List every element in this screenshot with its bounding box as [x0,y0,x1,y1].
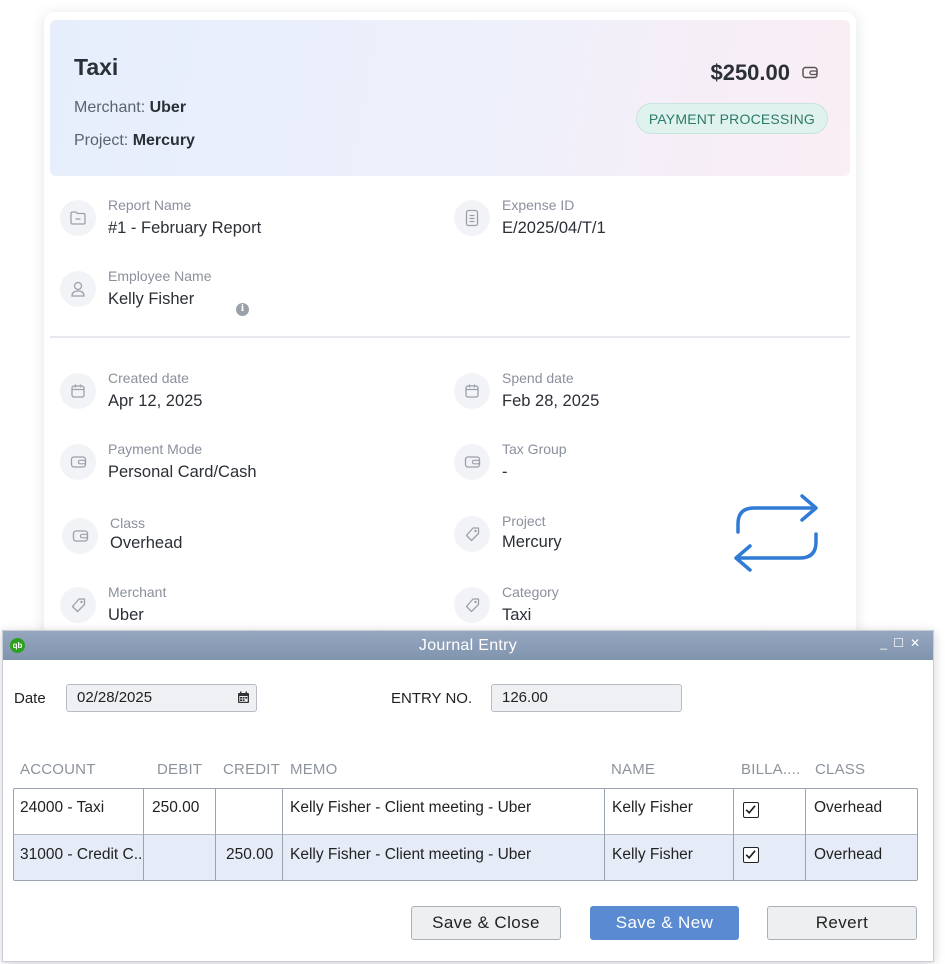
tax-group-label: Tax Group [502,441,567,457]
column-header-billable[interactable]: BILLA.... [741,761,800,778]
minimize-icon[interactable]: _ [880,636,887,650]
column-separator [604,789,605,880]
row-separator [14,834,917,835]
date-label: Date [14,690,46,707]
tag-icon [454,516,490,552]
class-label: Class [110,515,146,531]
report-name-value: #1 - February Report [108,219,262,237]
memo-cell[interactable]: Kelly Fisher - Client meeting - Uber [284,836,604,882]
class-cell[interactable]: Overhead [808,836,916,882]
header-merchant-value: Uber [149,99,187,116]
column-separator [143,789,144,880]
wallet-icon [62,518,98,554]
payment-mode-label: Payment Mode [108,441,203,457]
header-project: Project: Mercury [74,132,195,150]
expense-amount: $250.00 [710,60,790,85]
project-label: Project [502,513,546,529]
save-new-button[interactable]: Save & New [590,906,739,940]
journal-lines-table: 24000 - Taxi 250.00 Kelly Fisher - Clien… [13,788,918,881]
calendar-icon [60,373,96,409]
column-header-debit[interactable]: DEBIT [157,761,202,778]
billable-checkbox[interactable] [743,802,759,818]
expense-title: Taxi [74,54,119,80]
entry-no-value: 126.00 [502,689,548,706]
window-title: Journal Entry [418,636,518,654]
employee-name-value: Kelly Fisher [108,290,195,308]
header-project-value: Mercury [132,132,195,149]
entry-no-label: ENTRY NO. [391,690,473,707]
category-value: Taxi [502,606,532,624]
wallet-icon [60,444,96,480]
created-date-label: Created date [108,370,189,386]
section-divider [50,336,850,338]
info-icon[interactable]: i [236,303,249,316]
column-separator [215,789,216,880]
header-merchant-label: Merchant: [74,99,146,116]
window-titlebar[interactable]: qb Journal Entry _ ☐ ✕ [3,631,933,660]
account-cell[interactable]: 31000 - Credit C.. [14,836,144,882]
debit-cell[interactable]: 250.00 [146,789,216,835]
quickbooks-logo-icon: qb [10,638,25,653]
save-close-button[interactable]: Save & Close [411,906,561,940]
revert-button[interactable]: Revert [767,906,917,940]
class-cell[interactable]: Overhead [808,789,916,835]
tag-icon [454,587,490,623]
column-separator [282,789,283,880]
entry-no-field[interactable]: 126.00 [491,684,682,712]
category-label: Category [502,584,559,600]
header-project-label: Project: [74,132,129,149]
name-cell[interactable]: Kelly Fisher [606,836,734,882]
class-value: Overhead [110,534,183,552]
credit-cell[interactable]: 250.00 [220,836,284,882]
billable-checkbox[interactable] [743,847,759,863]
sync-icon [734,494,818,572]
name-cell[interactable]: Kelly Fisher [606,789,734,835]
spend-date-label: Spend date [502,370,574,386]
account-cell[interactable]: 24000 - Taxi [14,789,144,835]
journal-entry-window: qb Journal Entry _ ☐ ✕ Date 02/28/2025 E… [2,630,934,962]
maximize-icon[interactable]: ☐ [893,636,904,650]
employee-name-label: Employee Name [108,268,212,284]
table-row[interactable]: 24000 - Taxi 250.00 Kelly Fisher - Clien… [14,789,917,835]
wallet-icon [802,66,818,79]
tax-group-value: - [502,463,508,481]
column-header-class[interactable]: CLASS [815,761,865,778]
debit-cell[interactable] [146,836,216,882]
table-row[interactable]: 31000 - Credit C.. 250.00 Kelly Fisher -… [14,835,917,880]
calendar-icon [454,373,490,409]
spend-date-value: Feb 28, 2025 [502,392,600,410]
merchant-value: Uber [108,606,144,624]
memo-cell[interactable]: Kelly Fisher - Client meeting - Uber [284,789,604,835]
project-value: Mercury [502,533,562,551]
credit-cell[interactable] [218,789,282,835]
column-header-credit[interactable]: CREDIT [223,761,280,778]
created-date-value: Apr 12, 2025 [108,392,203,410]
expense-header: Taxi Merchant: Uber Project: Mercury $25… [50,20,850,176]
status-badge: PAYMENT PROCESSING [635,103,828,134]
report-name-label: Report Name [108,197,192,213]
column-header-account[interactable]: ACCOUNT [20,761,96,778]
header-merchant: Merchant: Uber [74,99,186,117]
column-separator [805,789,806,880]
column-header-name[interactable]: NAME [611,761,655,778]
date-field[interactable]: 02/28/2025 [66,684,257,712]
tag-icon [60,587,96,623]
column-separator [733,789,734,880]
payment-mode-value: Personal Card/Cash [108,463,257,481]
date-value: 02/28/2025 [77,689,153,706]
user-icon [60,271,96,307]
calendar-icon[interactable] [237,691,250,704]
folder-icon [60,200,96,236]
expense-id-value: E/2025/04/T/1 [502,219,606,237]
column-header-memo[interactable]: MEMO [290,761,337,778]
merchant-label: Merchant [108,584,167,600]
close-icon[interactable]: ✕ [910,636,920,650]
wallet-icon [454,444,490,480]
document-icon [454,200,490,236]
expense-id-label: Expense ID [502,197,575,213]
